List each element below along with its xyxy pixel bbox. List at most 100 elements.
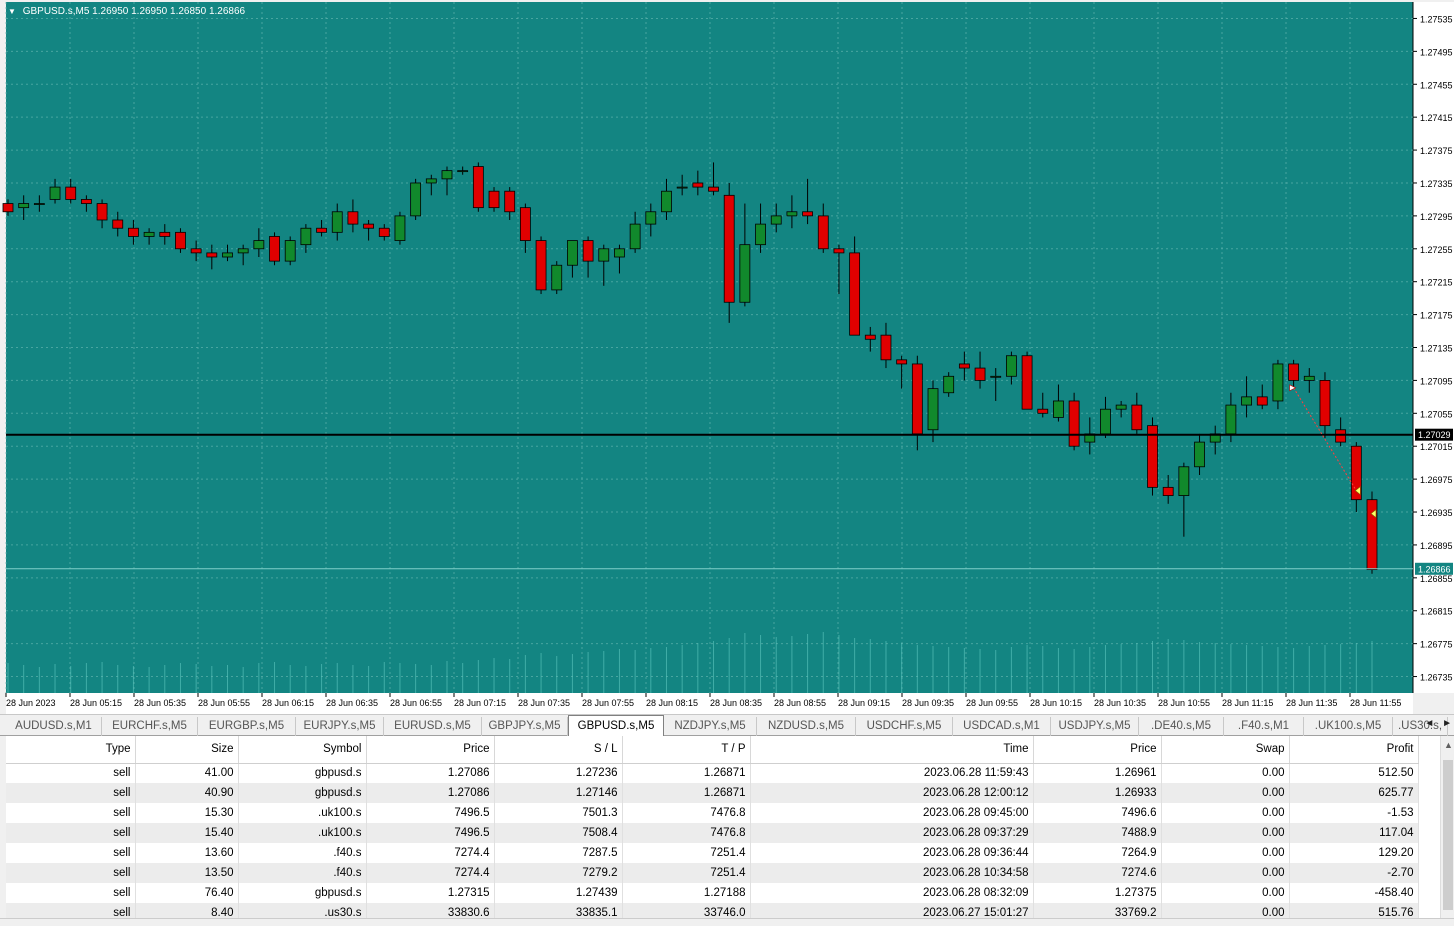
bear-candle[interactable]	[504, 190, 516, 213]
bull-candle[interactable]	[598, 248, 610, 262]
bull-candle[interactable]	[253, 240, 265, 250]
bull-candle[interactable]	[943, 375, 955, 394]
tab-gbpusd-s-m5[interactable]: GBPUSD.s,M5	[568, 715, 664, 736]
column-header-type-0[interactable]: Type	[6, 736, 136, 764]
bear-candle[interactable]	[1068, 400, 1080, 447]
bull-candle[interactable]	[410, 182, 422, 217]
tab-usdjpy-s-m5[interactable]: USDJPY.s,M5	[1051, 717, 1139, 736]
column-header-t-p-5[interactable]: T / P	[622, 736, 751, 764]
bull-candle[interactable]	[661, 190, 672, 213]
table-row[interactable]: sell 40.90 gbpusd.s 1.27086 1.27146 1.26871 20…	[6, 783, 1419, 803]
bull-candle[interactable]	[1006, 355, 1017, 377]
bull-candle[interactable]	[49, 186, 61, 200]
column-header-price-3[interactable]: Price	[366, 736, 495, 764]
bull-candle[interactable]	[33, 203, 45, 205]
bear-candle[interactable]	[269, 236, 280, 262]
table-row[interactable]: sell 13.50 .f40.s 7274.4 7279.2 7251.4 2023.06…	[6, 863, 1419, 883]
bear-candle[interactable]	[817, 215, 829, 250]
bear-candle[interactable]	[1162, 486, 1174, 496]
collapse-arrow-icon[interactable]: ▼	[8, 7, 16, 16]
tab-uk100-s-m5[interactable]: .UK100.s,M5	[1304, 717, 1393, 736]
column-header-size-1[interactable]: Size	[135, 736, 239, 764]
bull-candle[interactable]	[143, 231, 155, 237]
bull-candle[interactable]	[551, 264, 563, 291]
bear-candle[interactable]	[316, 227, 327, 233]
bull-candle[interactable]	[1178, 466, 1190, 496]
tab-audusd-s-m1[interactable]: AUDUSD.s,M1	[6, 717, 102, 736]
bear-candle[interactable]	[472, 166, 484, 209]
bear-candle[interactable]	[833, 248, 845, 254]
bear-candle[interactable]	[347, 211, 359, 225]
bear-candle[interactable]	[363, 223, 374, 229]
bull-candle[interactable]	[614, 248, 625, 258]
bear-candle[interactable]	[80, 199, 92, 204]
bull-candle[interactable]	[300, 227, 312, 246]
bull-candle[interactable]	[927, 388, 939, 431]
bull-candle[interactable]	[222, 252, 233, 258]
bull-candle[interactable]	[331, 211, 343, 233]
bear-candle[interactable]	[206, 252, 218, 258]
bull-candle[interactable]	[1194, 441, 1205, 468]
bull-candle[interactable]	[1053, 400, 1064, 418]
bear-candle[interactable]	[519, 207, 531, 241]
bear-candle[interactable]	[849, 252, 861, 336]
bear-candle[interactable]	[802, 211, 813, 217]
tab-next-icon[interactable]: ►	[1442, 718, 1452, 729]
bear-candle[interactable]	[96, 203, 108, 221]
bear-candle[interactable]	[911, 363, 923, 435]
column-header-symbol-2[interactable]: Symbol	[238, 736, 367, 764]
bull-candle[interactable]	[1241, 396, 1252, 406]
tab-eurchf-s-m5[interactable]: EURCHF.s,M5	[102, 717, 198, 736]
bear-candle[interactable]	[723, 194, 735, 303]
bull-candle[interactable]	[1272, 363, 1284, 402]
bull-candle[interactable]	[237, 248, 249, 254]
tab-gbpjpy-s-m5[interactable]: GBPJPY.s,M5	[482, 717, 568, 736]
bear-candle[interactable]	[175, 231, 186, 250]
bear-candle[interactable]	[1021, 355, 1033, 410]
price-chart[interactable]: 1.27535 1.27495 1.27455 1.27415 1.27375 1.273…	[0, 0, 1454, 714]
scroll-up-icon[interactable]: ▲	[1444, 740, 1453, 750]
table-row[interactable]: sell 15.40 .uk100.s 7496.5 7508.4 7476.8 2023.…	[6, 823, 1419, 843]
bull-candle[interactable]	[1115, 404, 1127, 410]
bear-candle[interactable]	[974, 367, 986, 381]
bear-candle[interactable]	[1319, 380, 1331, 427]
table-row[interactable]: sell 76.40 gbpusd.s 1.27315 1.27439 1.27188 20…	[6, 883, 1419, 903]
bear-candle[interactable]	[1288, 363, 1300, 381]
bull-candle[interactable]	[1100, 408, 1111, 435]
bull-candle[interactable]	[567, 240, 578, 266]
column-header-price-7[interactable]: Price	[1033, 736, 1162, 764]
table-row[interactable]: sell 41.00 gbpusd.s 1.27086 1.27236 1.26871 20…	[6, 763, 1419, 783]
bull-candle[interactable]	[441, 170, 453, 180]
bear-candle[interactable]	[65, 186, 77, 200]
tab-de40-s-m5[interactable]: .DE40.s,M5	[1139, 717, 1224, 736]
bear-candle[interactable]	[880, 334, 892, 361]
bull-candle[interactable]	[18, 203, 30, 209]
bear-candle[interactable]	[112, 219, 124, 229]
bear-candle[interactable]	[488, 190, 500, 209]
bull-candle[interactable]	[645, 211, 657, 225]
table-row[interactable]: sell 13.60 .f40.s 7274.4 7287.5 7251.4 2023.06…	[6, 843, 1419, 863]
bull-candle[interactable]	[786, 211, 798, 217]
bear-candle[interactable]	[1335, 429, 1347, 443]
bear-candle[interactable]	[1256, 396, 1268, 406]
tab-nzdusd-s-m5[interactable]: NZDUSD.s,M5	[757, 717, 856, 736]
bull-candle[interactable]	[394, 215, 406, 241]
tab-eurjpy-s-m5[interactable]: EURJPY.s,M5	[296, 717, 384, 736]
bear-candle[interactable]	[708, 186, 719, 192]
scrollbar-thumb[interactable]	[1443, 760, 1453, 910]
bear-candle[interactable]	[582, 240, 594, 262]
bear-candle[interactable]	[378, 227, 390, 237]
bull-candle[interactable]	[755, 223, 766, 246]
bull-candle[interactable]	[676, 186, 688, 189]
trade-table-scrollbar[interactable]: ▲	[1440, 736, 1454, 926]
bear-candle[interactable]	[864, 334, 876, 340]
tab-eurgbp-s-m5[interactable]: EURGBP.s,M5	[198, 717, 296, 736]
bear-candle[interactable]	[2, 203, 14, 213]
column-header-swap-8[interactable]: Swap	[1161, 736, 1290, 764]
tab-eurusd-s-m5[interactable]: EURUSD.s,M5	[384, 717, 482, 736]
bull-candle[interactable]	[990, 375, 1002, 378]
table-row[interactable]: sell 15.30 .uk100.s 7496.5 7501.3 7476.8 2023.…	[6, 803, 1419, 823]
tab-usdcad-s-m1[interactable]: USDCAD.s,M1	[953, 717, 1051, 736]
bear-candle[interactable]	[190, 248, 202, 254]
tab-usdchf-s-m5[interactable]: USDCHF.s,M5	[856, 717, 953, 736]
